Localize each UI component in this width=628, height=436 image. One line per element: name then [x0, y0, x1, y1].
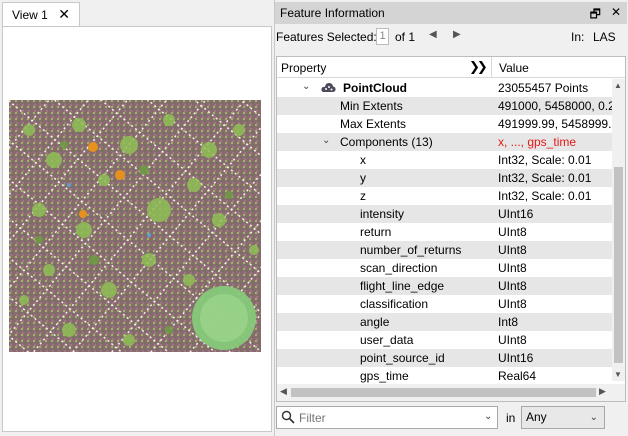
expand-toggle-icon[interactable]: ⌄ [322, 135, 330, 146]
filter-in-label: in [506, 411, 516, 425]
property-value: UInt8 [498, 243, 527, 257]
close-tab-icon[interactable]: ✕ [58, 6, 70, 23]
point-cloud-render [9, 100, 261, 352]
property-value: UInt8 [498, 261, 527, 275]
property-value: x, ..., gps_time [498, 135, 577, 149]
table-row[interactable]: ⌄ Components (13) x, ..., gps_time [277, 133, 612, 151]
table-row[interactable]: flight_line_edge UInt8 [277, 277, 612, 295]
property-name: x [360, 153, 366, 167]
search-icon [281, 410, 295, 424]
scroll-left-icon[interactable]: ◀ [280, 386, 287, 397]
vertical-scrollbar[interactable]: ▲ ▼ [612, 79, 625, 381]
scroll-down-icon[interactable]: ▼ [614, 370, 622, 379]
filter-box[interactable]: ⌄ [276, 406, 498, 429]
property-name: flight_line_edge [360, 279, 445, 293]
table-header: Property ❯❯ Value [277, 57, 625, 78]
property-column-header[interactable]: Property [281, 61, 326, 75]
close-panel-icon[interactable]: ✕ [611, 5, 621, 26]
table-row[interactable]: classification UInt8 [277, 295, 612, 313]
selected-total-label: of 1 [395, 30, 416, 44]
property-value: UInt8 [498, 333, 527, 347]
view-tab[interactable]: View 1 ✕ [2, 2, 80, 26]
property-name: angle [360, 315, 390, 329]
table-row[interactable]: angle Int8 [277, 313, 612, 331]
property-value: UInt8 [498, 279, 527, 293]
selected-index-field[interactable]: 1 [376, 28, 389, 45]
table-row[interactable]: user_data UInt8 [277, 331, 612, 349]
table-row[interactable]: point_source_id UInt16 [277, 349, 612, 367]
property-name: Min Extents [340, 99, 403, 113]
property-name: Max Extents [340, 117, 407, 131]
table-row[interactable]: scan_direction UInt8 [277, 259, 612, 277]
table-row[interactable]: return UInt8 [277, 223, 612, 241]
property-value: 491999.99, 5458999.9 [498, 117, 612, 131]
expand-toggle-icon[interactable]: ⌄ [302, 81, 310, 92]
scroll-right-icon[interactable]: ▶ [599, 386, 606, 397]
property-name: gps_time [360, 369, 409, 383]
property-value: Int32, Scale: 0.01 [498, 171, 592, 185]
property-name: return [360, 225, 392, 239]
horizontal-scroll-thumb[interactable] [291, 388, 596, 397]
filter-dropdown-icon[interactable]: ⌄ [484, 411, 492, 422]
selection-bar: Features Selected: 1 of 1 ◀ ▶ In: LAS [275, 26, 627, 48]
property-name: number_of_returns [360, 243, 462, 257]
property-table: Property ❯❯ Value ⌄ PointCloud 23055457 Po… [276, 56, 626, 402]
property-value: 491000, 5458000, 0.2 [498, 99, 612, 113]
property-name: user_data [360, 333, 414, 347]
table-body: ⌄ PointCloud 23055457 Points Min Extents 491… [277, 79, 612, 385]
filter-scope-value: Any [526, 410, 547, 424]
chevron-down-icon: ⌄ [589, 412, 598, 423]
view-tab-label: View 1 [12, 7, 48, 22]
table-row[interactable]: Max Extents 491999.99, 5458999.9 [277, 115, 612, 133]
table-row[interactable]: intensity UInt16 [277, 205, 612, 223]
table-row[interactable]: x Int32, Scale: 0.01 [277, 151, 612, 169]
filter-scope-select[interactable]: Any ⌄ [521, 406, 605, 429]
point-cloud-icon [321, 83, 336, 92]
property-value: Real64 [498, 369, 537, 383]
property-value: UInt8 [498, 225, 527, 239]
panel-title-bar: Feature Information 🗗 ✕ [275, 2, 627, 24]
table-row[interactable]: gps_time Real64 [277, 367, 612, 385]
table-row[interactable]: z Int32, Scale: 0.01 [277, 187, 612, 205]
horizontal-scrollbar[interactable]: ◀ ▶ [277, 384, 625, 401]
property-value: UInt8 [498, 297, 527, 311]
property-name: intensity [360, 207, 405, 221]
scroll-up-icon[interactable]: ▲ [614, 81, 622, 90]
filter-input[interactable] [299, 409, 469, 426]
property-name: z [360, 189, 366, 203]
map-canvas[interactable] [2, 26, 272, 432]
table-row[interactable]: Min Extents 491000, 5458000, 0.2 [277, 97, 612, 115]
prev-feature-icon[interactable]: ◀ [429, 29, 437, 40]
property-name: PointCloud [343, 81, 407, 95]
table-row[interactable]: ⌄ PointCloud 23055457 Points [277, 79, 612, 97]
property-value: UInt16 [498, 207, 534, 221]
in-label: In: [571, 30, 585, 44]
property-value: Int8 [498, 315, 519, 329]
feature-info-pane: Feature Information 🗗 ✕ Features Selecte… [274, 0, 627, 436]
table-row[interactable]: y Int32, Scale: 0.01 [277, 169, 612, 187]
property-name: point_source_id [360, 351, 445, 365]
property-name: classification [360, 297, 429, 311]
value-column-header[interactable]: Value [499, 61, 529, 75]
property-value: Int32, Scale: 0.01 [498, 189, 592, 203]
table-row[interactable]: number_of_returns UInt8 [277, 241, 612, 259]
property-value: Int32, Scale: 0.01 [498, 153, 592, 167]
panel-title: Feature Information [280, 6, 385, 20]
layer-name: LAS [593, 30, 616, 44]
view-pane: View 1 ✕ [0, 0, 272, 436]
expand-columns-icon[interactable]: ❯❯ [469, 59, 488, 75]
next-feature-icon[interactable]: ▶ [453, 29, 461, 40]
app-root: View 1 ✕ Feature Information 🗗 ✕ Feature… [0, 0, 628, 436]
vertical-scroll-thumb[interactable] [614, 167, 623, 363]
property-name: Components (13) [340, 135, 433, 149]
property-name: scan_direction [360, 261, 438, 275]
features-selected-label: Features Selected: [276, 30, 377, 44]
column-divider[interactable] [491, 57, 492, 78]
float-window-icon[interactable]: 🗗 [590, 5, 601, 26]
property-value: UInt16 [498, 351, 534, 365]
property-value: 23055457 Points [498, 81, 589, 95]
property-name: y [360, 171, 366, 185]
